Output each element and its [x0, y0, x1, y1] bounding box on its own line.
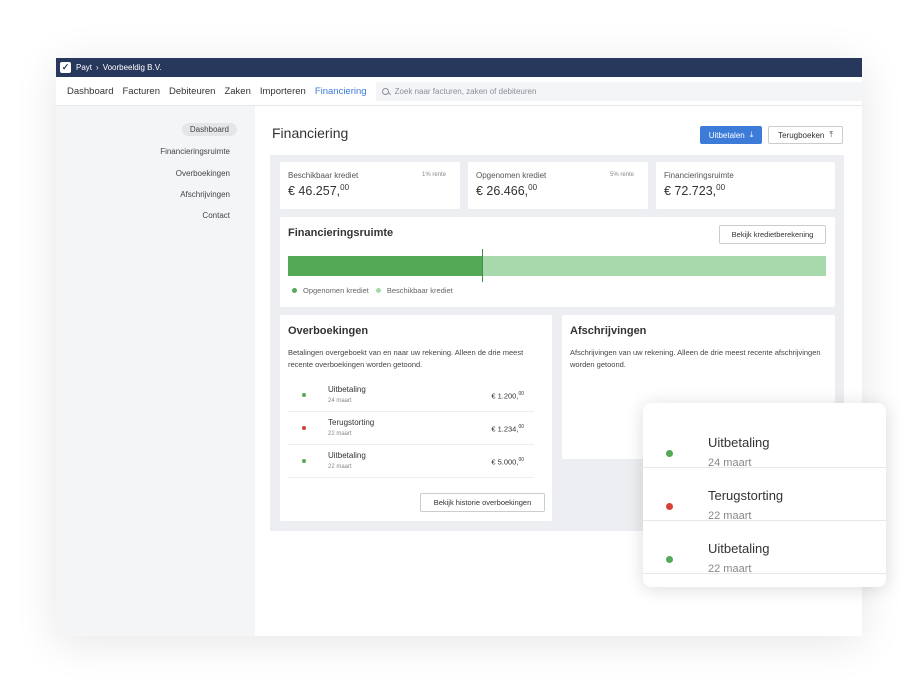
company-name[interactable]: Voorbeeldig B.V.: [103, 63, 162, 72]
transfer-name: Terugstorting: [328, 418, 375, 427]
sidebar-item-afschrijvingen[interactable]: Afschrijvingen: [180, 190, 230, 199]
stat-card-opgenomen: Opgenomen krediet 5% rente € 26.466,00: [468, 162, 648, 209]
financing-title: Financieringsruimte: [288, 227, 394, 239]
status-dot: [302, 459, 306, 463]
kredietberekening-button[interactable]: Bekijk kredietberekening: [719, 225, 826, 244]
writeoffs-description: Afschrijvingen van uw rekening. Alleen d…: [570, 348, 821, 369]
legend-label-used: Opgenomen krediet: [303, 286, 369, 295]
sidebar-item-overboekingen[interactable]: Overboekingen: [176, 169, 230, 178]
amount-cents: 00: [518, 457, 524, 463]
transfer-date: 22 maart: [328, 431, 352, 437]
amount-main: € 1.234,: [491, 424, 519, 434]
popover-name: Terugstorting: [708, 488, 784, 503]
transfer-row[interactable]: Uitbetaling 22 maart € 5.000,00: [288, 445, 534, 478]
transfer-date: 24 maart: [328, 398, 352, 404]
status-dot: [666, 503, 673, 510]
transfer-row[interactable]: Uitbetaling 24 maart € 1.200,00: [288, 379, 534, 412]
transfer-amount: € 1.200,00: [491, 391, 524, 401]
status-dot: [302, 393, 306, 397]
credit-bar-used: [288, 256, 482, 276]
main-nav: Dashboard Facturen Debiteuren Zaken Impo…: [56, 77, 862, 106]
sidebar-item-dashboard[interactable]: Dashboard: [181, 123, 237, 136]
stat-value: € 26.466,00: [476, 183, 537, 198]
nav-dashboard[interactable]: Dashboard: [67, 86, 113, 97]
stage: ✓ Payt › Voorbeeldig B.V. Dashboard Fact…: [0, 0, 920, 690]
terugboeken-button[interactable]: Terugboeken ⤒: [768, 126, 843, 144]
stat-value-cents: 00: [340, 183, 350, 192]
legend-dot-available: [375, 288, 381, 293]
top-bar: ✓ Payt › Voorbeeldig B.V.: [56, 58, 862, 77]
uitbetalen-label: Uitbetalen: [708, 130, 745, 140]
stat-rate: 5% rente: [609, 172, 634, 178]
stat-label: Beschikbaar krediet: [288, 171, 359, 180]
transfers-card: Overboekingen Betalingen overgeboekt van…: [280, 315, 552, 521]
stat-card-beschikbaar: Beschikbaar krediet 1% rente € 46.257,00: [280, 162, 460, 209]
upload-icon: ⤒: [829, 130, 833, 139]
payt-logo-icon: ✓: [60, 62, 71, 73]
download-icon: ⤓: [749, 130, 754, 139]
amount-cents: 00: [518, 391, 524, 397]
terugboeken-label: Terugboeken: [778, 130, 825, 140]
credit-bar-marker[interactable]: [482, 249, 483, 282]
transfers-description: Betalingen overgeboekt van en naar uw re…: [288, 348, 524, 369]
stat-value: € 46.257,00: [288, 183, 349, 198]
popover-name: Uitbetaling: [708, 541, 770, 556]
nav-debiteuren[interactable]: Debiteuren: [169, 86, 215, 97]
transactions-popover: Uitbetaling 24 maart Terugstorting 22 ma…: [643, 403, 886, 587]
sidebar: Dashboard Financieringsruimte Overboekin…: [56, 106, 255, 636]
transfers-title: Overboekingen: [288, 325, 369, 337]
stat-value-main: € 46.257,: [288, 184, 341, 199]
search-input[interactable]: Zoek naar facturen, zaken of debiteuren: [375, 81, 862, 101]
breadcrumb-separator: ›: [96, 63, 99, 72]
popover-row[interactable]: Uitbetaling 24 maart: [643, 415, 886, 469]
historie-overboekingen-button[interactable]: Bekijk historie overboekingen: [420, 493, 545, 512]
stat-rate: 1% rente: [421, 172, 446, 178]
transfer-amount: € 1.234,00: [491, 424, 524, 434]
financing-card: Financieringsruimte Bekijk kredietbereke…: [280, 217, 835, 307]
sidebar-item-contact[interactable]: Contact: [202, 211, 230, 220]
stat-value-main: € 72.723,: [664, 184, 717, 199]
transfer-date: 22 maart: [328, 464, 352, 470]
stat-card-financieringsruimte: Financieringsruimte € 72.723,00: [656, 162, 835, 209]
search-placeholder: Zoek naar facturen, zaken of debiteuren: [394, 86, 537, 96]
legend-dot-used: [292, 288, 297, 293]
status-dot: [302, 426, 306, 430]
amount-main: € 5.000,: [491, 457, 519, 467]
nav-importeren[interactable]: Importeren: [260, 86, 306, 97]
amount-cents: 00: [518, 424, 524, 430]
stat-value: € 72.723,00: [664, 183, 725, 198]
popover-row[interactable]: Terugstorting 22 maart: [643, 468, 886, 522]
amount-main: € 1.200,: [491, 391, 519, 401]
stat-value-cents: 00: [716, 183, 726, 192]
search-icon: [381, 87, 389, 95]
sidebar-item-financieringsruimte[interactable]: Financieringsruimte: [160, 147, 230, 156]
stat-label: Financieringsruimte: [664, 171, 734, 180]
stat-value-cents: 00: [528, 183, 538, 192]
popover-date: 22 maart: [708, 563, 752, 575]
page-title: Financiering: [272, 125, 349, 141]
stat-label: Opgenomen krediet: [476, 171, 547, 180]
uitbetalen-button[interactable]: Uitbetalen ⤓: [700, 126, 762, 144]
transfer-name: Uitbetaling: [328, 385, 366, 394]
legend-label-available: Beschikbaar krediet: [386, 286, 453, 295]
nav-financiering[interactable]: Financiering: [315, 86, 367, 97]
status-dot: [666, 450, 673, 457]
popover-row[interactable]: Uitbetaling 22 maart: [643, 521, 886, 575]
nav-zaken[interactable]: Zaken: [224, 86, 250, 97]
credit-legend: Opgenomen krediet Beschikbaar krediet: [292, 286, 453, 295]
credit-bar: [288, 249, 826, 282]
app-name: Payt: [76, 63, 93, 72]
stat-value-main: € 26.466,: [476, 184, 529, 199]
writeoffs-title: Afschrijvingen: [570, 325, 647, 337]
transfer-amount: € 5.000,00: [491, 457, 524, 467]
nav-facturen[interactable]: Facturen: [122, 86, 160, 97]
popover-name: Uitbetaling: [708, 435, 770, 450]
status-dot: [666, 556, 673, 563]
transfer-row[interactable]: Terugstorting 22 maart € 1.234,00: [288, 412, 534, 445]
transfer-name: Uitbetaling: [328, 451, 366, 460]
